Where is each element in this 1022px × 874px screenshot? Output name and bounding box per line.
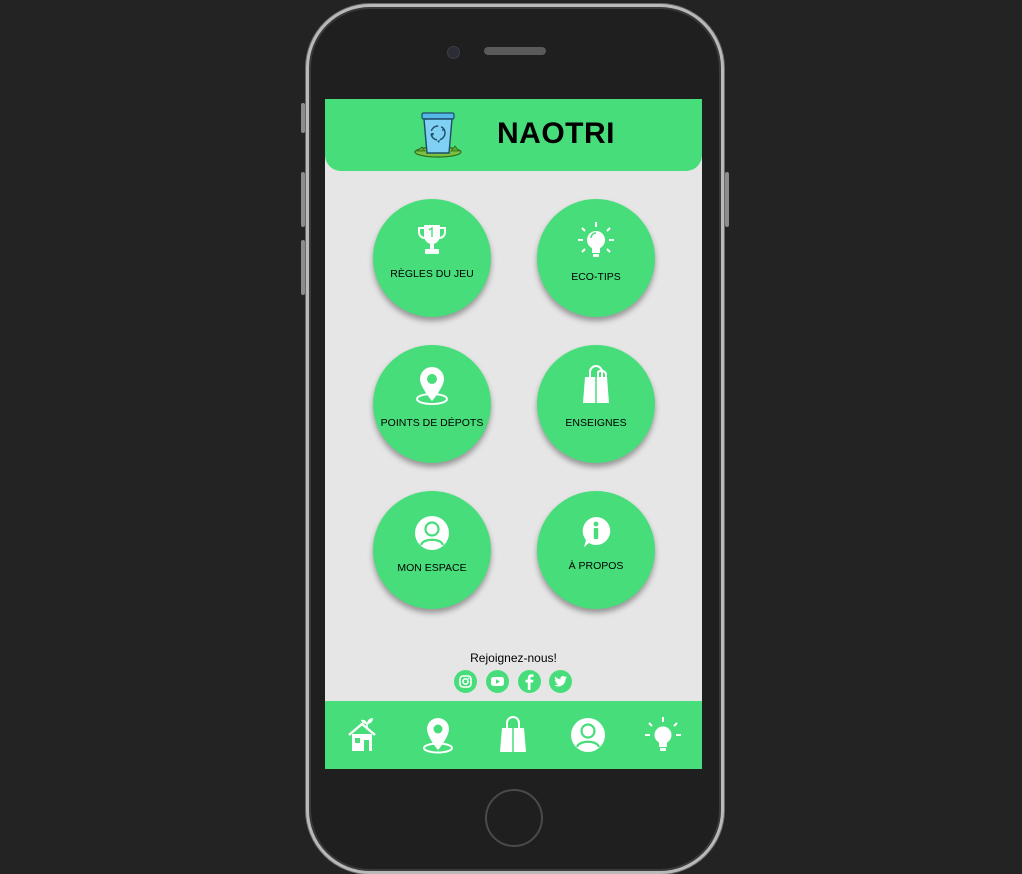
phone-speaker: [484, 47, 546, 55]
tile-label: RÈGLES DU JEU: [390, 268, 474, 280]
phone-side-button: [301, 172, 305, 227]
phone-camera: [447, 46, 460, 59]
recycle-bin-icon: [414, 112, 462, 158]
twitter-icon[interactable]: [549, 670, 572, 693]
app-screen: NAOTRI RÈGLES DU JEU ECO-TIPS POINTS DE …: [325, 99, 702, 769]
tile-eco-tips[interactable]: ECO-TIPS: [537, 199, 655, 317]
shopping-bag-icon: [583, 365, 609, 403]
info-icon: [582, 516, 611, 547]
lightbulb-icon: [578, 222, 614, 257]
map-pin-icon[interactable]: [418, 715, 458, 755]
home-icon[interactable]: [343, 715, 383, 755]
join-text: Rejoignez-nous!: [470, 651, 557, 665]
app-header: NAOTRI: [325, 99, 702, 171]
lightbulb-icon[interactable]: [643, 715, 683, 755]
instagram-icon[interactable]: [454, 670, 477, 693]
shopping-bag-icon[interactable]: [493, 715, 533, 755]
phone-home-button[interactable]: [485, 789, 543, 847]
phone-side-button: [301, 240, 305, 295]
tile-regles-du-jeu[interactable]: RÈGLES DU JEU: [373, 199, 491, 317]
map-pin-icon: [416, 367, 448, 405]
phone-side-button: [301, 103, 305, 133]
bottom-nav: [325, 701, 702, 769]
user-icon: [415, 516, 449, 550]
tile-label: ECO-TIPS: [571, 271, 621, 283]
tile-label: MON ESPACE: [397, 562, 467, 574]
tile-enseignes[interactable]: ENSEIGNES: [537, 345, 655, 463]
tile-label: À PROPOS: [568, 560, 624, 572]
tile-mon-espace[interactable]: MON ESPACE: [373, 491, 491, 609]
tile-points-de-depots[interactable]: POINTS DE DÉPOTS: [373, 345, 491, 463]
tile-label: POINTS DE DÉPOTS: [380, 417, 484, 429]
tile-a-propos[interactable]: À PROPOS: [537, 491, 655, 609]
phone-side-button: [725, 172, 729, 227]
youtube-icon[interactable]: [486, 670, 509, 693]
trophy-icon: [418, 225, 446, 254]
facebook-icon[interactable]: [518, 670, 541, 693]
user-icon[interactable]: [568, 715, 608, 755]
app-title: NAOTRI: [497, 117, 615, 150]
tile-label: ENSEIGNES: [565, 417, 627, 429]
